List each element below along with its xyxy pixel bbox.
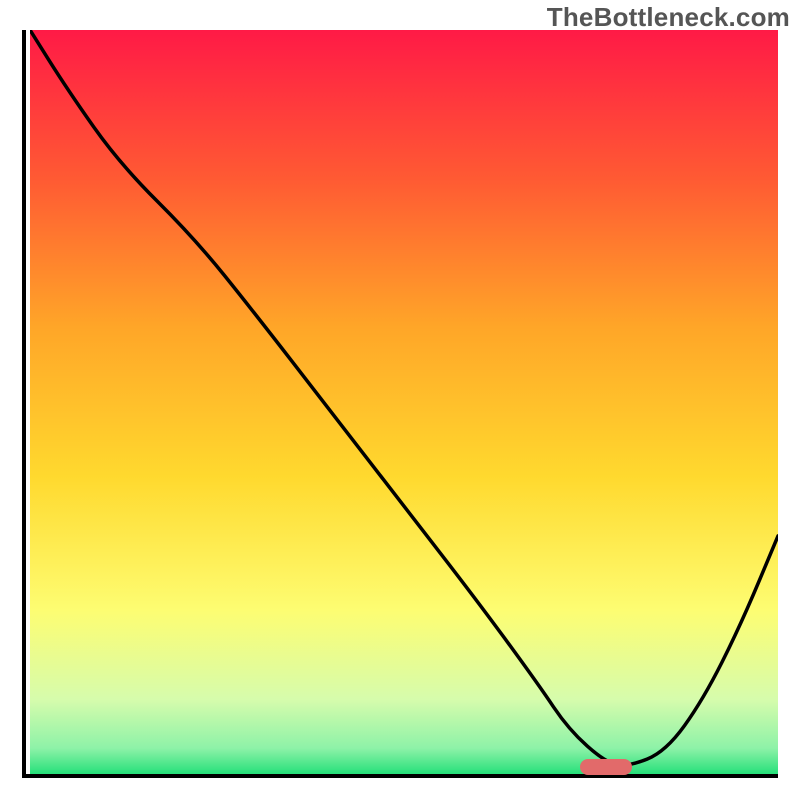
watermark-text: TheBottleneck.com xyxy=(547,2,790,33)
plot-area xyxy=(22,30,778,778)
chart-svg xyxy=(30,30,778,774)
gradient-fill xyxy=(30,30,778,774)
optimal-marker xyxy=(580,759,632,775)
chart-container: TheBottleneck.com xyxy=(0,0,800,800)
